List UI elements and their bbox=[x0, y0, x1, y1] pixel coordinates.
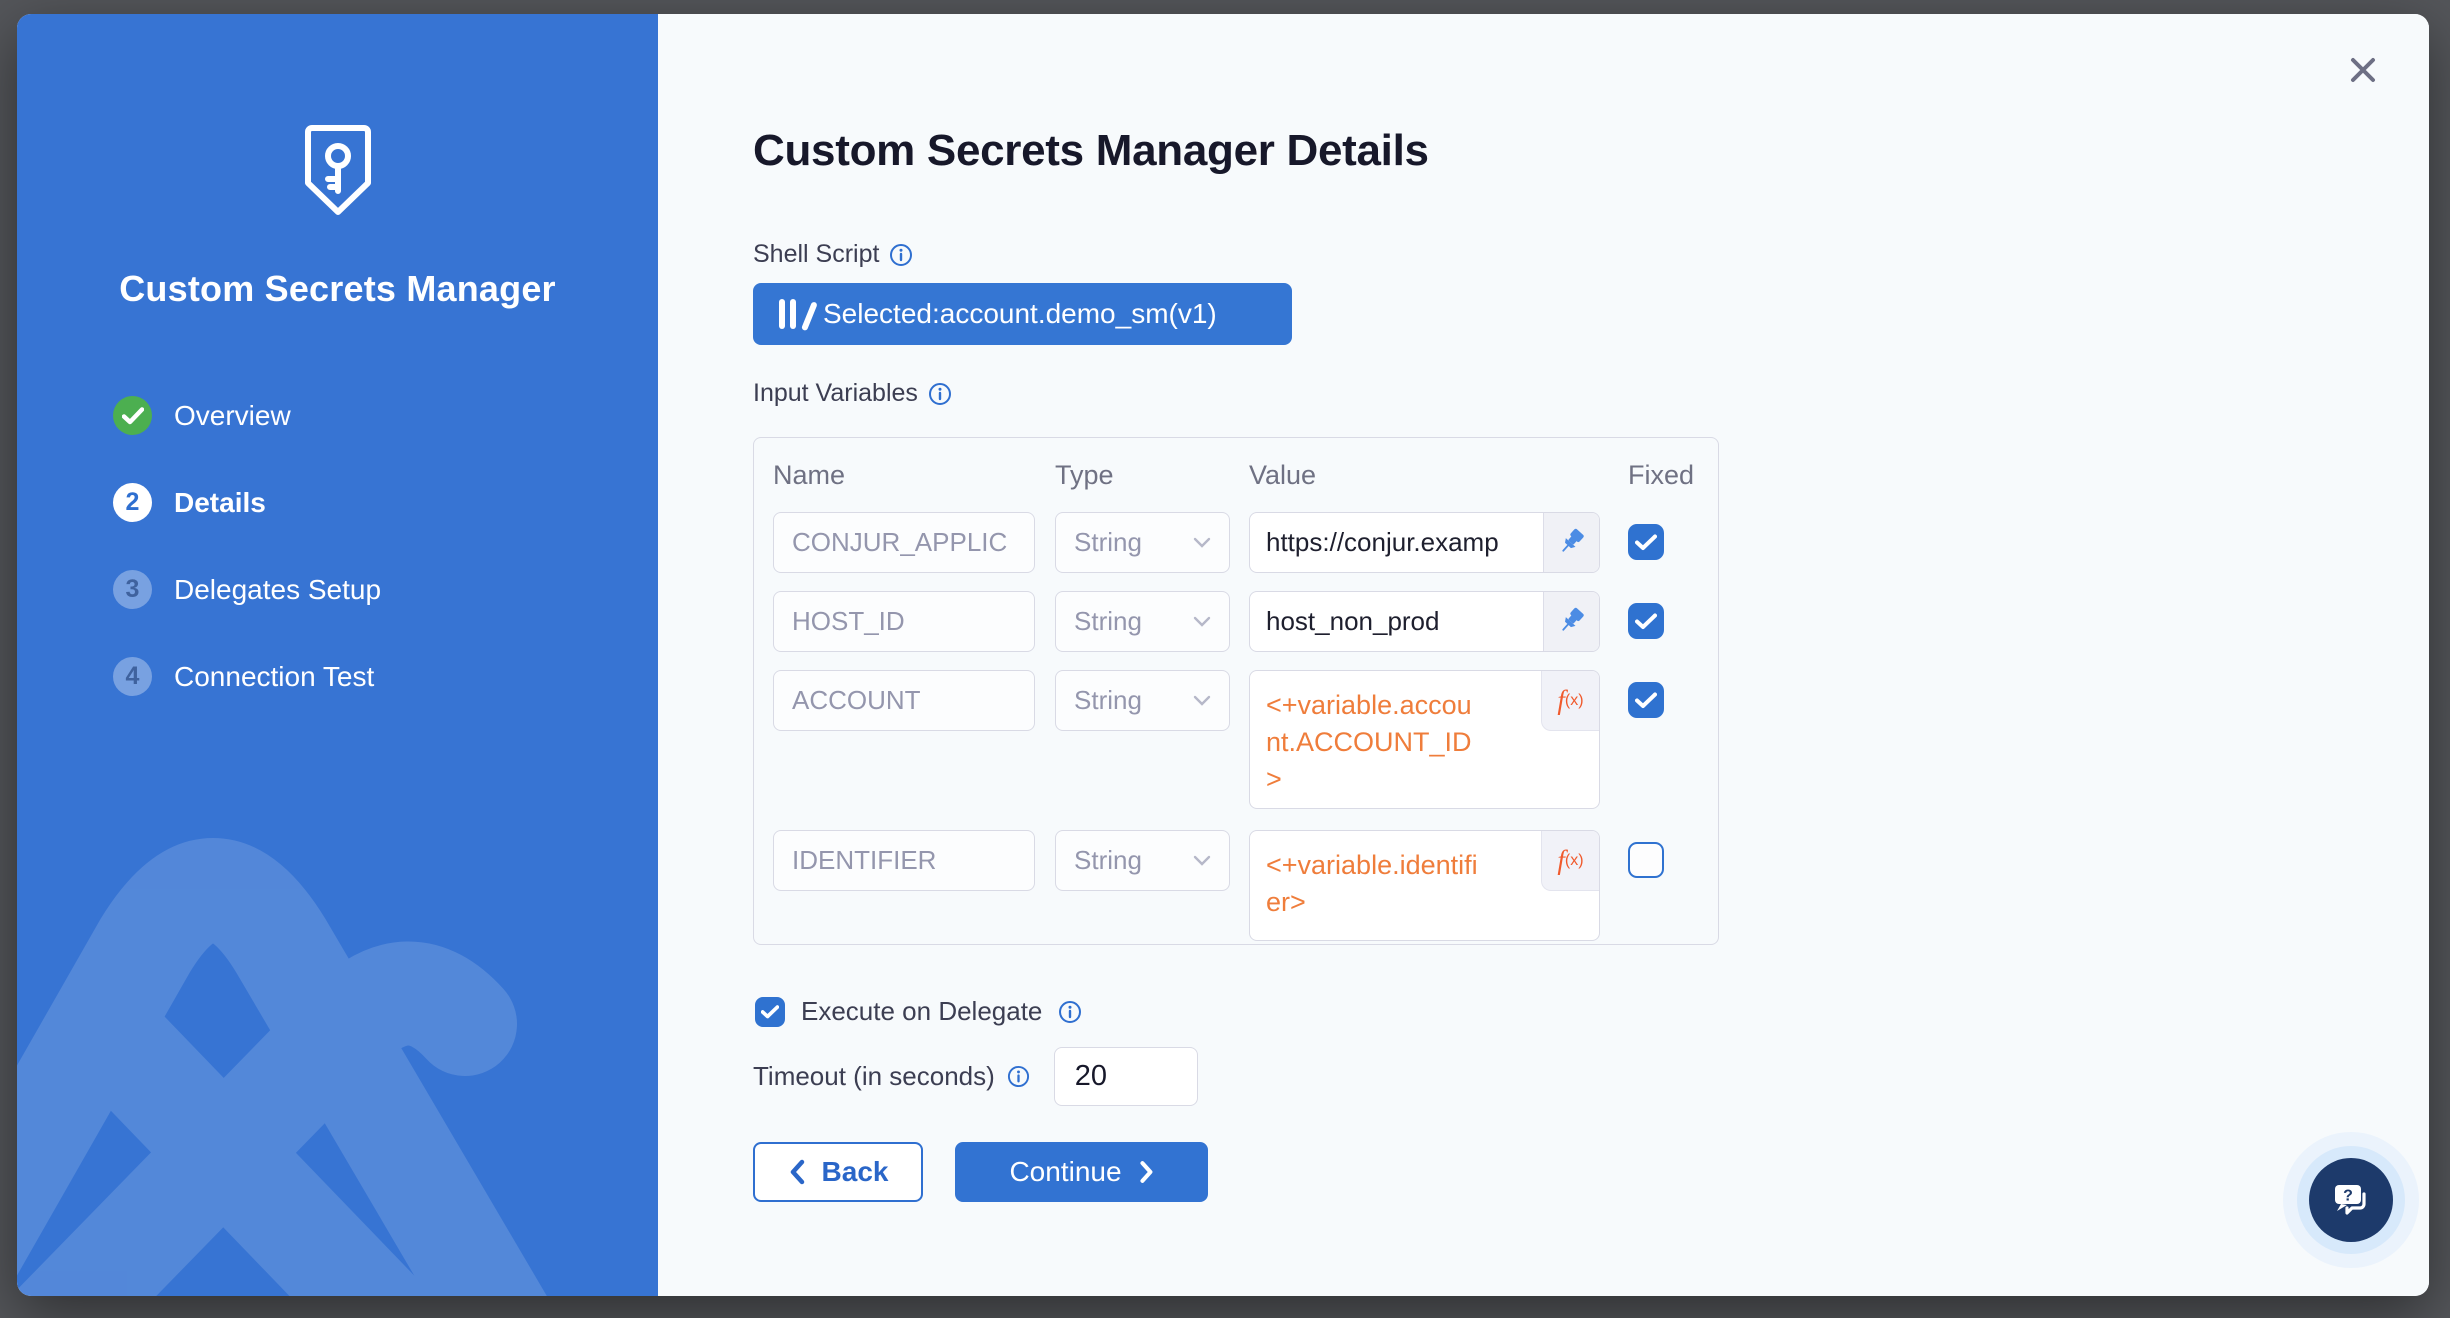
wizard-actions: Back Continue bbox=[753, 1142, 1208, 1202]
selected-script-label: Selected:account.demo_sm(v1) bbox=[823, 298, 1217, 330]
chevron-left-icon bbox=[788, 1159, 806, 1185]
execute-on-delegate-row: Execute on Delegate bbox=[755, 996, 1082, 1027]
variable-value-input[interactable]: host_non_prod bbox=[1250, 592, 1543, 651]
continue-button-label: Continue bbox=[1009, 1156, 1121, 1188]
type-select-value: String bbox=[1074, 606, 1142, 637]
chevron-down-icon bbox=[1193, 616, 1211, 628]
timeout-input[interactable]: 20 bbox=[1054, 1047, 1198, 1106]
fx-expression-icon[interactable]: f(x) bbox=[1541, 671, 1599, 731]
expression-value: <+variable.account.ACCOUNT_ID> bbox=[1266, 687, 1480, 798]
execute-on-delegate-checkbox[interactable] bbox=[755, 997, 785, 1027]
execute-on-delegate-label: Execute on Delegate bbox=[801, 996, 1042, 1027]
fx-expression-icon[interactable]: f(x) bbox=[1541, 831, 1599, 891]
back-button[interactable]: Back bbox=[753, 1142, 923, 1202]
variable-value-expression[interactable]: <+variable.identifier> f(x) bbox=[1249, 830, 1600, 941]
chevron-down-icon bbox=[1193, 695, 1211, 707]
variable-name-input[interactable]: CONJUR_APPLIC bbox=[773, 512, 1035, 573]
fixed-checkbox[interactable] bbox=[1628, 603, 1664, 639]
variable-name-input[interactable]: IDENTIFIER bbox=[773, 830, 1035, 891]
input-variables-table: Name Type Value Fixed CONJUR_APPLIC Stri… bbox=[753, 437, 1719, 945]
variable-type-select[interactable]: String bbox=[1055, 670, 1230, 731]
fixed-checkbox[interactable] bbox=[1628, 682, 1664, 718]
variable-value-expression[interactable]: <+variable.account.ACCOUNT_ID> f(x) bbox=[1249, 670, 1600, 809]
variable-type-select[interactable]: String bbox=[1055, 512, 1230, 573]
pin-icon[interactable] bbox=[1543, 513, 1599, 572]
step-overview[interactable]: Overview bbox=[113, 396, 381, 435]
type-select-value: String bbox=[1074, 845, 1142, 876]
shell-script-selected-button[interactable]: Selected:account.demo_sm(v1) bbox=[753, 283, 1292, 345]
step-delegates-setup[interactable]: 3 Delegates Setup bbox=[113, 570, 381, 609]
step-number: 2 bbox=[113, 483, 152, 522]
fixed-checkbox[interactable] bbox=[1628, 524, 1664, 560]
variable-type-select[interactable]: String bbox=[1055, 591, 1230, 652]
page-title: Custom Secrets Manager Details bbox=[753, 126, 1429, 176]
timeout-row: Timeout (in seconds) 20 bbox=[753, 1047, 1198, 1106]
fixed-checkbox[interactable] bbox=[1628, 842, 1664, 878]
step-label: Overview bbox=[174, 400, 291, 432]
continue-button[interactable]: Continue bbox=[955, 1142, 1208, 1202]
table-row: HOST_ID String host_non_prod bbox=[773, 591, 1718, 652]
brand-watermark bbox=[17, 776, 658, 1296]
expression-value: <+variable.identifier> bbox=[1266, 847, 1480, 921]
type-select-value: String bbox=[1074, 527, 1142, 558]
variable-value-group: host_non_prod bbox=[1249, 591, 1600, 652]
variable-value-group: https://conjur.examp bbox=[1249, 512, 1600, 573]
table-row: ACCOUNT String <+variable.account.ACCOUN… bbox=[773, 670, 1718, 809]
svg-text:?: ? bbox=[2343, 1188, 2353, 1205]
screen-backdrop: Custom Secrets Manager Overview 2 Detail… bbox=[0, 0, 2450, 1318]
variable-name-input[interactable]: HOST_ID bbox=[773, 591, 1035, 652]
close-icon[interactable] bbox=[2343, 50, 2383, 90]
chevron-down-icon bbox=[1193, 855, 1211, 867]
secrets-manager-logo bbox=[17, 123, 658, 219]
step-connection-test[interactable]: 4 Connection Test bbox=[113, 657, 381, 696]
wizard-title: Custom Secrets Manager bbox=[17, 268, 658, 310]
wizard-sidebar: Custom Secrets Manager Overview 2 Detail… bbox=[17, 14, 658, 1296]
details-panel: Custom Secrets Manager Details Shell Scr… bbox=[658, 14, 2429, 1296]
help-chat-button[interactable]: ? bbox=[2309, 1158, 2393, 1242]
chevron-down-icon bbox=[1193, 537, 1211, 549]
step-details[interactable]: 2 Details bbox=[113, 483, 381, 522]
column-header-value: Value bbox=[1249, 460, 1600, 491]
variable-value-input[interactable]: https://conjur.examp bbox=[1250, 513, 1543, 572]
step-number: 4 bbox=[113, 657, 152, 696]
info-icon[interactable] bbox=[1058, 1000, 1082, 1024]
variable-type-select[interactable]: String bbox=[1055, 830, 1230, 891]
info-icon[interactable] bbox=[889, 243, 913, 267]
back-button-label: Back bbox=[822, 1156, 889, 1188]
step-complete-check-icon bbox=[113, 396, 152, 435]
type-select-value: String bbox=[1074, 685, 1142, 716]
table-row: IDENTIFIER String <+variable.identifier>… bbox=[773, 830, 1718, 941]
step-number: 3 bbox=[113, 570, 152, 609]
table-header-row: Name Type Value Fixed bbox=[773, 460, 1718, 491]
custom-secrets-manager-modal: Custom Secrets Manager Overview 2 Detail… bbox=[17, 14, 2429, 1296]
column-header-fixed: Fixed bbox=[1628, 460, 1664, 491]
timeout-label: Timeout (in seconds) bbox=[753, 1061, 995, 1092]
shell-script-label: Shell Script bbox=[753, 240, 879, 269]
chat-question-icon: ? bbox=[2328, 1178, 2374, 1222]
column-header-type: Type bbox=[1055, 460, 1230, 491]
step-label: Delegates Setup bbox=[174, 574, 381, 606]
chevron-right-icon bbox=[1138, 1160, 1154, 1184]
step-label: Connection Test bbox=[174, 661, 374, 693]
input-variables-label: Input Variables bbox=[753, 379, 918, 408]
variable-name-input[interactable]: ACCOUNT bbox=[773, 670, 1035, 731]
column-header-name: Name bbox=[773, 460, 1035, 491]
step-label: Details bbox=[174, 487, 266, 519]
pin-icon[interactable] bbox=[1543, 592, 1599, 651]
table-row: CONJUR_APPLIC String https://conjur.exam… bbox=[773, 512, 1718, 573]
info-icon[interactable] bbox=[928, 382, 952, 406]
info-icon[interactable] bbox=[1007, 1065, 1030, 1088]
library-icon bbox=[779, 299, 807, 329]
wizard-steps: Overview 2 Details 3 Delegates Setup 4 C… bbox=[113, 396, 381, 744]
